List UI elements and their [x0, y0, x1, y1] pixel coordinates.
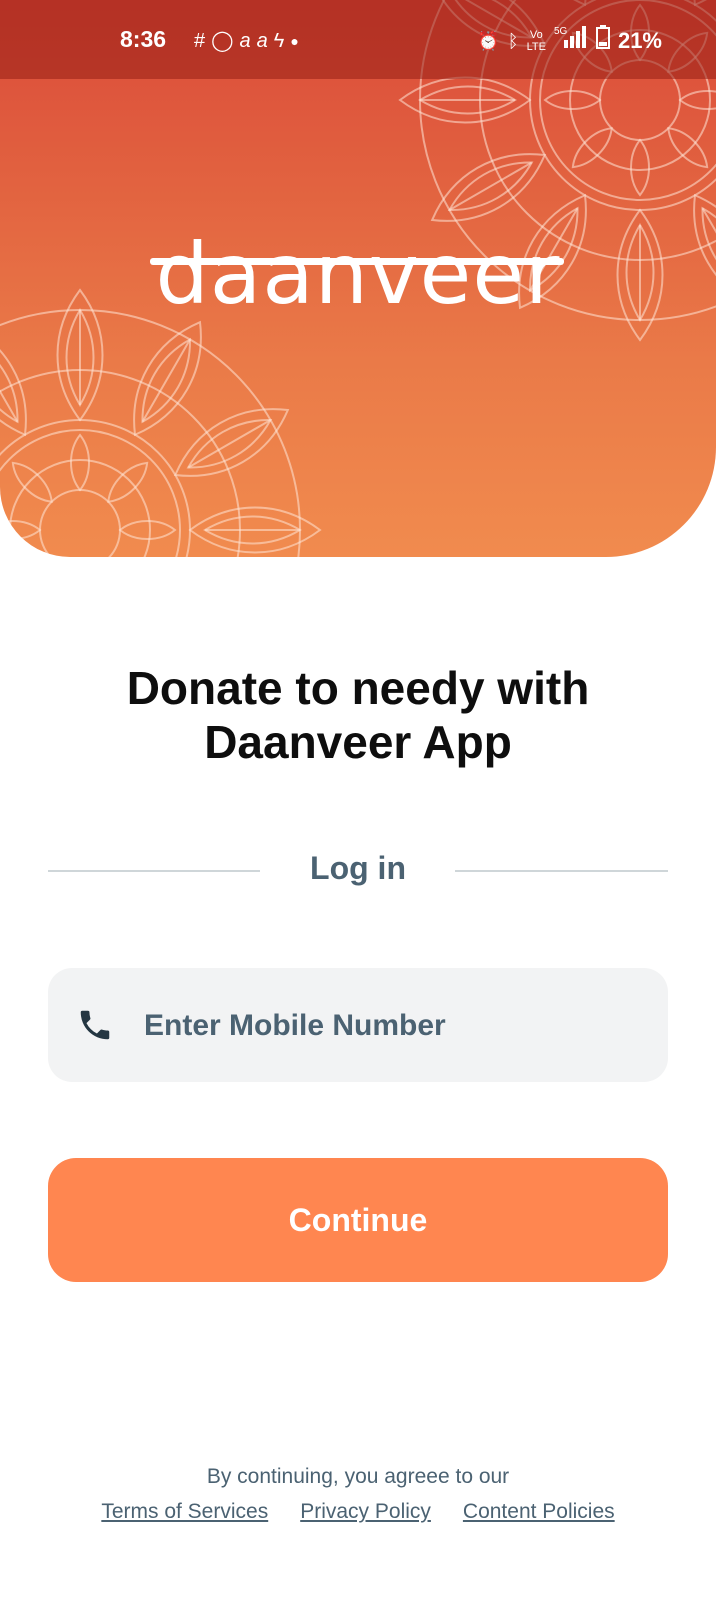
battery-icon	[595, 24, 610, 58]
figure-icon: ϟ	[273, 30, 285, 52]
phone-icon	[80, 1010, 110, 1040]
headline-line-1: Donate to needy with	[126, 662, 590, 714]
slack-icon: #	[194, 30, 206, 52]
a-icon: a	[239, 30, 251, 52]
footer-links: Terms of Services Privacy Policy Content…	[0, 1500, 716, 1524]
page-headline: Donate to needy with Daanveer App	[40, 661, 676, 769]
continue-button[interactable]: Continue	[48, 1158, 668, 1282]
alarm-icon: ⏰	[477, 31, 500, 51]
footer-consent-text: By continuing, you agreee to our	[206, 1465, 510, 1488]
content-policies-link[interactable]: Content Policies	[463, 1500, 615, 1524]
bluetooth-icon: ᛒ	[507, 31, 519, 51]
status-bar: 8:36 # ◯ a a ϟ ● ⏰ ᛒ Vo LTE 5G 21%	[0, 0, 716, 79]
terms-of-services-link[interactable]: Terms of Services	[101, 1500, 268, 1524]
system-icons: ⏰ ᛒ Vo LTE 5G 21%	[477, 24, 662, 59]
app-logo: daanveer	[155, 225, 561, 323]
notification-icons: # ◯ a a ϟ ●	[194, 26, 299, 56]
privacy-policy-link[interactable]: Privacy Policy	[300, 1500, 431, 1524]
dot-icon: ●	[290, 33, 299, 49]
5g-signal-icon: 5G	[554, 24, 588, 59]
mobile-number-field[interactable]	[48, 968, 668, 1084]
status-time: 8:36	[120, 26, 167, 52]
svg-text:5G: 5G	[554, 26, 568, 37]
battery-percentage: 21%	[617, 28, 662, 53]
divider-left	[48, 870, 260, 872]
a-icon: a	[256, 30, 268, 52]
login-label: Log in	[310, 850, 406, 886]
header-banner: daanveer	[0, 0, 716, 557]
whatsapp-icon: ◯	[211, 30, 234, 52]
volte-icon: Vo LTE	[526, 29, 546, 53]
headline-line-2: Daanveer App	[204, 716, 512, 768]
mobile-number-input[interactable]	[142, 968, 646, 1084]
divider-right	[455, 870, 668, 872]
